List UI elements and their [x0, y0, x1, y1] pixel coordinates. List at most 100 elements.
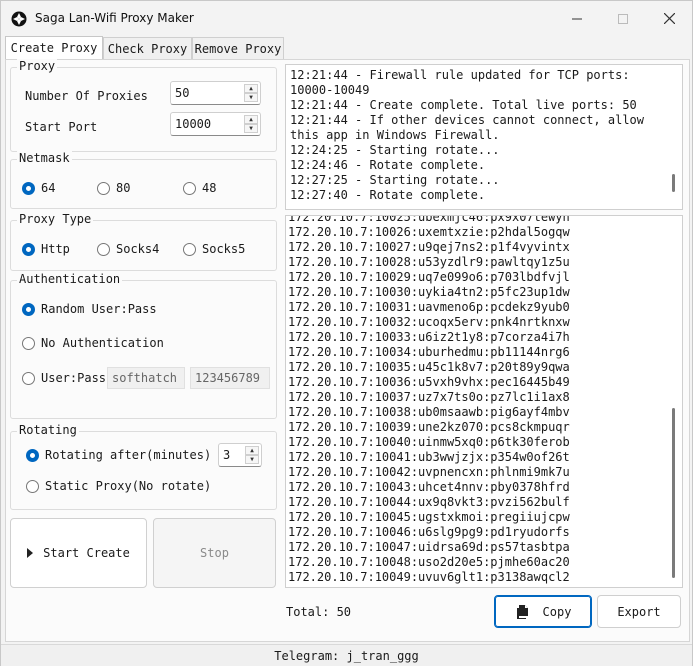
- proxy-row[interactable]: 172.20.10.7:10037:uz7x7ts0o:pz7lc1i1ax8: [288, 390, 570, 405]
- proxy-row[interactable]: 172.20.10.7:10026:uxemtxzie:p2hdal5ogqw: [288, 225, 570, 240]
- netmask-group-title: Netmask: [17, 151, 72, 165]
- proxy-row[interactable]: 172.20.10.7:10034:uburhedmu:pb11144nrg6: [288, 345, 570, 360]
- log-scrollbar[interactable]: [672, 174, 675, 192]
- spin-up-icon[interactable]: ▲: [244, 115, 258, 124]
- proxy-row[interactable]: 172.20.10.7:10046:u6slg9pg9:pd1ryudorfs: [288, 525, 570, 540]
- radio-icon: [183, 242, 196, 256]
- proxy-row[interactable]: 172.20.10.7:10035:u45c1k8v7:p20t89y9qwa: [288, 360, 570, 375]
- proxy-row[interactable]: 172.20.10.7:10044:ux9q8vkt3:pvzi562bulf: [288, 495, 570, 510]
- log-line: 12:24:25 - Starting rotate...: [290, 143, 500, 157]
- stop-label: Stop: [200, 546, 229, 560]
- netmask-option-64[interactable]: 64: [22, 181, 55, 195]
- tab-check-proxy[interactable]: Check Proxy: [103, 37, 192, 59]
- play-icon: [27, 548, 34, 558]
- log-line: 12:21:44 - Firewall rule updated for TCP…: [290, 68, 637, 97]
- netmask-option-label: 48: [202, 181, 217, 195]
- rotate-minutes-stepper[interactable]: 3 ▲ ▼: [218, 443, 262, 467]
- radio-icon: [22, 336, 35, 350]
- proxy-row[interactable]: 172.20.10.7:10042:uvpnencxn:phlnmi9mk7u: [288, 465, 570, 480]
- app-window: Saga Lan-Wifi Proxy Maker Create Proxy C…: [0, 0, 693, 666]
- rotating-after-label: Rotating after(minutes): [45, 448, 212, 462]
- radio-icon: [97, 242, 110, 256]
- static-proxy-option[interactable]: Static Proxy(No rotate): [26, 479, 211, 493]
- proxy-list[interactable]: 172.20.10.7:10025:ubexmjc46:px9x07tewyn 1…: [285, 215, 683, 588]
- radio-icon: [183, 181, 196, 195]
- proxy-count-label: Number Of Proxies: [25, 89, 148, 103]
- netmask-option-80[interactable]: 80: [97, 181, 130, 195]
- spin-down-icon[interactable]: ▼: [245, 455, 259, 464]
- static-proxy-label: Static Proxy(No rotate): [45, 479, 212, 493]
- proxy-row[interactable]: 172.20.10.7:10027:u9qej7ns2:p1f4vyvintx: [288, 240, 570, 255]
- proxy-row[interactable]: 172.20.10.7:10048:uso2d20e5:pjmhe60ac20: [288, 555, 570, 570]
- log-line: 12:24:46 - Rotate complete.: [290, 158, 486, 172]
- auth-option-label: User:Pass: [41, 371, 107, 385]
- export-button[interactable]: Export: [597, 595, 681, 628]
- maximize-button[interactable]: [600, 1, 646, 36]
- netmask-option-label: 64: [41, 181, 56, 195]
- password-field[interactable]: 123456789: [190, 367, 270, 389]
- proxy-row[interactable]: 172.20.10.7:10036:u5vxh9vhx:pec16445b49: [288, 375, 570, 390]
- proxy-list-scrollbar[interactable]: [672, 408, 675, 578]
- proxy-row[interactable]: 172.20.10.7:10045:ugstxkmoi:pregiiujcpw: [288, 510, 570, 525]
- proxy-row[interactable]: 172.20.10.7:10040:uinmw5xq0:p6tk30ferob: [288, 435, 570, 450]
- auth-random-userpass[interactable]: Random User:Pass: [22, 302, 157, 316]
- close-button[interactable]: [646, 1, 692, 36]
- start-port-stepper[interactable]: 10000 ▲ ▼: [170, 112, 261, 136]
- authentication-group-title: Authentication: [17, 272, 123, 286]
- minimize-button[interactable]: [554, 1, 600, 36]
- auth-no-authentication[interactable]: No Authentication: [22, 336, 164, 350]
- netmask-option-48[interactable]: 48: [183, 181, 216, 195]
- rotating-group-title: Rotating: [17, 423, 79, 437]
- proxy-row[interactable]: 172.20.10.7:10041:ub3wwjzjx:p354w0of26t: [288, 450, 570, 465]
- proxy-row[interactable]: 172.20.10.7:10039:une2kz070:pcs8ckmpuqr: [288, 420, 570, 435]
- spin-down-icon[interactable]: ▼: [244, 93, 258, 102]
- proxy-type-socks4[interactable]: Socks4: [97, 242, 159, 256]
- spin-up-icon[interactable]: ▲: [245, 446, 259, 455]
- proxy-row[interactable]: 172.20.10.7:10038:ub0msaawb:pig6ayf4mbv: [288, 405, 570, 420]
- tab-create-proxy[interactable]: Create Proxy: [5, 36, 103, 59]
- proxy-type-label: Socks5: [202, 242, 246, 256]
- proxy-type-label: Socks4: [116, 242, 160, 256]
- copy-button[interactable]: Copy: [494, 595, 592, 628]
- auth-userpass[interactable]: User:Pass: [22, 371, 106, 385]
- proxy-row[interactable]: 172.20.10.7:10032:ucoqx5erv:pnk4nrtknxw: [288, 315, 570, 330]
- proxy-count-value: 50: [175, 86, 190, 100]
- proxy-row[interactable]: 172.20.10.7:10028:u53yzdlr9:pawltqy1z5u: [288, 255, 570, 270]
- proxy-type-socks5[interactable]: Socks5: [183, 242, 245, 256]
- start-port-value: 10000: [175, 117, 212, 131]
- username-field[interactable]: softhatch: [107, 367, 185, 389]
- status-bar: Telegram: j_tran_ggg: [1, 644, 692, 666]
- rotate-minutes-value: 3: [223, 448, 231, 462]
- proxy-group-title: Proxy: [17, 59, 58, 73]
- proxy-type-label: Http: [41, 242, 70, 256]
- proxy-row[interactable]: 172.20.10.7:10031:uavmeno6p:pcdekz9yub0: [288, 300, 570, 315]
- copy-label: Copy: [542, 604, 572, 619]
- radio-selected-icon: [22, 242, 35, 256]
- start-create-label: Start Create: [43, 546, 130, 560]
- proxy-row[interactable]: 172.20.10.7:10030:uykia4tn2:p5fc23up1dw: [288, 285, 570, 300]
- start-create-button[interactable]: Start Create: [10, 518, 147, 588]
- spin-up-icon[interactable]: ▲: [244, 84, 258, 93]
- proxy-row[interactable]: 172.20.10.7:10029:uq7e099o6:p703lbdfvjl: [288, 270, 570, 285]
- copy-icon: [516, 604, 528, 619]
- proxy-count-stepper[interactable]: 50 ▲ ▼: [170, 81, 261, 105]
- proxy-type-http[interactable]: Http: [22, 242, 70, 256]
- stop-button[interactable]: Stop: [153, 518, 276, 588]
- proxy-type-group-title: Proxy Type: [17, 212, 94, 226]
- proxy-group: Proxy: [10, 59, 277, 152]
- proxy-row[interactable]: 172.20.10.7:10049:uvuv6glt1:p3138awqcl2: [288, 570, 570, 585]
- log-output[interactable]: 12:21:44 - Firewall rule updated for TCP…: [285, 64, 683, 210]
- spin-down-icon[interactable]: ▼: [244, 124, 258, 133]
- proxy-row[interactable]: 172.20.10.7:10025:ubexmjc46:px9x07tewyn: [288, 216, 570, 225]
- log-line: 12:21:44 - Create complete. Total live p…: [290, 98, 637, 112]
- app-logo-icon: [11, 11, 27, 27]
- proxy-row[interactable]: 172.20.10.7:10043:uhcet4nnv:pby0378hfrd: [288, 480, 570, 495]
- radio-selected-icon: [22, 302, 35, 316]
- rotating-after-option[interactable]: Rotating after(minutes): [26, 448, 211, 462]
- tab-remove-proxy[interactable]: Remove Proxy: [192, 37, 284, 59]
- proxy-row[interactable]: 172.20.10.7:10033:u6iz2t1y8:p7corza4i7h: [288, 330, 570, 345]
- radio-icon: [26, 479, 39, 493]
- proxy-row[interactable]: 172.20.10.7:10047:uidrsa69d:ps57tasbtpa: [288, 540, 570, 555]
- close-icon: [663, 13, 675, 24]
- radio-selected-icon: [26, 448, 39, 462]
